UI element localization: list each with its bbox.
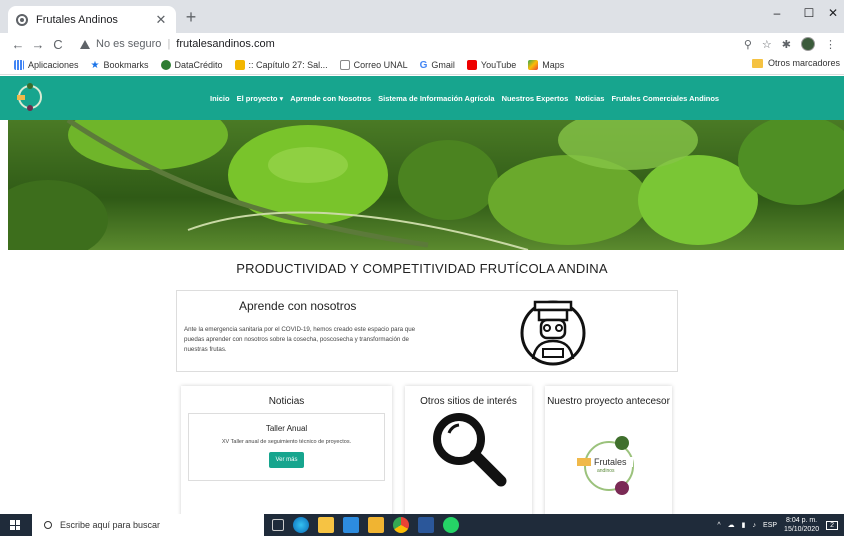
star-icon: ★ <box>90 59 100 71</box>
nav-sistema[interactable]: Sistema de Información Agrícola <box>378 94 494 103</box>
whatsapp-icon[interactable] <box>443 517 459 533</box>
bookmark-youtube[interactable]: YouTube <box>466 59 516 70</box>
nav-aprende[interactable]: Aprende con Nosotros <box>290 94 371 103</box>
cross-icon <box>234 59 245 70</box>
new-tab-button[interactable]: + <box>181 8 201 26</box>
other-bookmarks[interactable]: Otros marcadores <box>751 58 840 68</box>
taskbar-apps <box>272 514 459 536</box>
clock-date: 15/10/2020 <box>784 526 820 533</box>
task-view-icon[interactable] <box>272 519 284 531</box>
chrome-icon[interactable] <box>393 517 409 533</box>
page-heading: PRODUCTIVIDAD Y COMPETITIVIDAD FRUTÍCOLA… <box>236 261 608 276</box>
logo-text: Frutales <box>594 457 627 467</box>
ver-mas-button[interactable]: Ver más <box>269 452 304 468</box>
limes-illustration <box>8 120 844 250</box>
site-navbar: Inicio El proyecto ▾ Aprende con Nosotro… <box>0 76 844 120</box>
volume-icon[interactable]: ♪ <box>753 522 757 529</box>
folder-icon <box>751 58 763 68</box>
forward-arrow-icon[interactable]: → <box>28 37 48 52</box>
start-button[interactable] <box>0 514 30 536</box>
nav-links: Inicio El proyecto ▾ Aprende con Nosotro… <box>210 76 719 120</box>
news-item: Taller Anual XV Taller anual de seguimie… <box>188 413 385 481</box>
site-favicon-icon <box>16 13 28 26</box>
extensions-icon[interactable]: ✱ <box>782 38 791 51</box>
edge-icon[interactable] <box>293 517 309 533</box>
magnifier-icon[interactable] <box>431 411 509 489</box>
network-icon[interactable]: ▮ <box>742 521 746 529</box>
logo-subtext: andinos <box>597 468 615 474</box>
word-icon[interactable] <box>418 517 434 533</box>
chevron-up-icon[interactable]: ^ <box>717 522 720 529</box>
learn-section: Aprende con nosotros Ante la emergencia … <box>176 290 678 372</box>
bookmark-correo-unal[interactable]: Correo UNAL <box>339 59 408 70</box>
language-indicator[interactable]: ESP <box>763 522 777 529</box>
clock[interactable]: 8:04 p. m. 15/10/2020 <box>784 516 819 534</box>
star-icon[interactable]: ☆ <box>762 38 772 51</box>
learn-text: Ante la emergencia sanitaria por el COVI… <box>184 326 416 353</box>
address-bar[interactable]: No es seguro | frutalesandinos.com <box>80 34 770 54</box>
nav-el-proyecto[interactable]: El proyecto ▾ <box>237 94 284 103</box>
close-window-button[interactable]: ✕ <box>818 6 844 20</box>
bookmark-datacredito[interactable]: DataCrédito <box>160 59 223 70</box>
file-explorer-icon[interactable] <box>368 517 384 533</box>
profile-avatar[interactable] <box>801 37 815 51</box>
clock-time: 8:04 p. m. <box>786 517 818 524</box>
news-card: Noticias Taller Anual XV Taller anual de… <box>181 386 392 526</box>
news-item-text: XV Taller anual de seguimiento técnico d… <box>221 439 352 445</box>
bookmark-gmail[interactable]: G Gmail <box>419 59 455 71</box>
security-label: No es seguro <box>96 38 162 50</box>
datacredito-icon <box>160 59 171 70</box>
browser-toolbar: ← → C No es seguro | frutalesandinos.com… <box>0 33 844 55</box>
maps-icon <box>528 59 539 70</box>
bookmarks-bar: Aplicaciones ★ Bookmarks DataCrédito :: C… <box>0 55 844 75</box>
hero-image <box>8 120 844 250</box>
back-arrow-icon[interactable]: ← <box>8 37 28 52</box>
toolbar-actions: ⚲ ☆ ✱ ⋮ <box>744 33 844 55</box>
screen: Frutales Andinos ✕ + – ☐ ✕ ← → C No es s… <box>0 0 844 536</box>
previous-project-title: Nuestro proyecto antecesor <box>547 396 670 407</box>
minimize-button[interactable]: – <box>762 6 792 20</box>
browser-tab[interactable]: Frutales Andinos ✕ <box>8 6 176 33</box>
tab-close-icon[interactable]: ✕ <box>154 12 168 28</box>
bookmark-maps[interactable]: Maps <box>528 59 564 70</box>
system-tray: ^ ☁ ▮ ♪ ESP 8:04 p. m. 15/10/2020 2 <box>717 514 838 536</box>
taskbar-search[interactable]: Escribe aquí para buscar <box>32 514 264 536</box>
zoom-icon[interactable]: ⚲ <box>744 38 752 51</box>
nav-noticias[interactable]: Noticias <box>575 94 604 103</box>
menu-icon[interactable]: ⋮ <box>825 38 836 51</box>
news-title: Noticias <box>268 396 305 407</box>
bookmark-bookmarks[interactable]: ★ Bookmarks <box>90 59 149 71</box>
google-icon: G <box>419 59 428 71</box>
other-sites-title: Otros sitios de interés <box>420 396 517 407</box>
previous-project-card: Nuestro proyecto antecesor Frutales andi… <box>545 386 672 526</box>
learn-title: Aprende con nosotros <box>239 299 357 313</box>
search-placeholder: Escribe aquí para buscar <box>60 520 161 530</box>
search-icon <box>44 521 52 529</box>
frutales-andinos-logo[interactable]: Frutales andinos <box>575 430 643 502</box>
cloud-icon[interactable]: ☁ <box>728 521 735 529</box>
apps-grid-icon <box>14 59 24 70</box>
site-logo-icon[interactable] <box>14 81 46 113</box>
other-sites-card: Otros sitios de interés <box>405 386 532 526</box>
tab-title: Frutales Andinos <box>36 13 118 26</box>
separator: | <box>167 38 171 50</box>
nav-expertos[interactable]: Nuestros Expertos <box>502 94 569 103</box>
warning-icon <box>80 39 90 49</box>
browser-tabstrip: Frutales Andinos ✕ + – ☐ ✕ <box>0 0 844 33</box>
notification-icon[interactable]: 2 <box>826 520 838 530</box>
windows-logo-icon <box>10 520 20 530</box>
nav-frutales[interactable]: Frutales Comerciales Andinos <box>611 94 719 103</box>
news-item-title: Taller Anual <box>265 424 308 433</box>
store-icon[interactable] <box>318 517 334 533</box>
url-text: frutalesandinos.com <box>176 38 275 50</box>
reload-icon[interactable]: C <box>48 37 68 52</box>
bookmark-capitulo[interactable]: :: Capítulo 27: Sal... <box>234 59 328 70</box>
unal-icon <box>339 59 350 70</box>
student-icon <box>520 300 586 366</box>
windows-taskbar: Escribe aquí para buscar ^ ☁ ▮ ♪ ESP 8:0… <box>0 514 844 536</box>
youtube-icon <box>466 59 477 70</box>
nav-inicio[interactable]: Inicio <box>210 94 230 103</box>
bookmark-apps[interactable]: Aplicaciones <box>14 59 79 70</box>
mail-icon[interactable] <box>343 517 359 533</box>
